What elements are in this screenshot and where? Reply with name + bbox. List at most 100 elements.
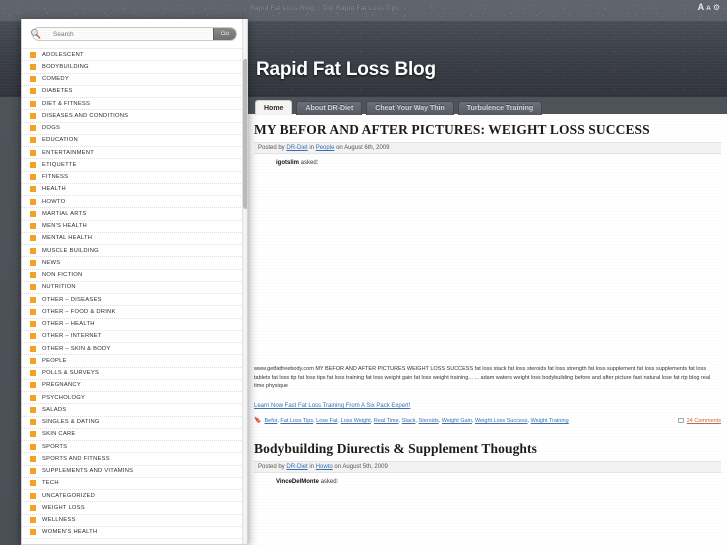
- post-title: My Befor and After Pictures: Weight Loss…: [254, 122, 650, 137]
- category-bullet-icon: [30, 455, 36, 462]
- category-item[interactable]: TECH: [22, 478, 247, 490]
- category-label: ENTERTAINMENT: [42, 149, 94, 156]
- primary-navigation[interactable]: Home About DR-Diet Cheat Your Way Thin T…: [255, 100, 543, 115]
- category-label: MARTIAL ARTS: [42, 210, 87, 217]
- category-label: PSYCHOLOGY: [42, 394, 86, 401]
- post-category-link[interactable]: People: [316, 145, 335, 151]
- category-item[interactable]: NON FICTION: [22, 270, 247, 282]
- category-item[interactable]: MUSCLE BUILDING: [22, 245, 247, 258]
- category-item[interactable]: DISEASES AND CONDITIONS: [22, 110, 247, 123]
- category-item[interactable]: OTHER – HEALTH: [22, 319, 247, 331]
- tab-about-dr-diet[interactable]: About DR-Diet: [296, 101, 363, 115]
- category-item[interactable]: SPORTS: [22, 441, 247, 454]
- category-item[interactable]: OTHER – FOOD & DRINK: [22, 306, 247, 319]
- category-item[interactable]: BODYBUILDING: [22, 61, 247, 74]
- post-comments[interactable]: 24 Comments: [677, 418, 721, 424]
- category-item[interactable]: PREGNANCY: [22, 380, 247, 392]
- category-item[interactable]: MENTAL HEALTH: [22, 233, 247, 245]
- tag-link[interactable]: Weight Training: [531, 418, 569, 424]
- post-meta-date: on August 5th, 2009: [332, 464, 388, 471]
- category-item[interactable]: OTHER – INTERNET: [22, 331, 247, 343]
- category-bullet-icon: [30, 443, 36, 450]
- category-label: WELLNESS: [42, 517, 76, 524]
- category-item[interactable]: UNCATEGORIZED: [22, 490, 247, 503]
- category-item[interactable]: NEWS: [22, 257, 247, 270]
- post-author-link[interactable]: DR-Diet: [286, 145, 307, 151]
- category-bullet-icon: [30, 419, 36, 426]
- category-bullet-icon: [30, 174, 36, 181]
- category-bullet-icon: [30, 333, 36, 340]
- search-input[interactable]: [33, 28, 213, 40]
- tag-list[interactable]: Befor, Fat Loss Tips, Lose Fat, Loss Wei…: [264, 418, 568, 424]
- category-item[interactable]: MEN'S HEALTH: [22, 221, 247, 233]
- category-bullet-icon: [30, 223, 36, 230]
- post-meta-in: in: [307, 144, 316, 151]
- tab-cheat-your-way-thin[interactable]: Cheat Your Way Thin: [366, 101, 454, 115]
- post-author-link[interactable]: DR-Diet: [286, 464, 307, 470]
- post-meta: Posted by DR-Diet in People on August 6t…: [254, 141, 721, 154]
- category-item[interactable]: MARTIAL ARTS: [22, 208, 247, 221]
- category-item[interactable]: HEALTH: [22, 184, 247, 196]
- comments-link[interactable]: 24 Comments: [687, 418, 721, 424]
- category-bullet-icon: [30, 357, 36, 364]
- category-item[interactable]: EDUCATION: [22, 135, 247, 147]
- category-item[interactable]: ETIQUETTE: [22, 159, 247, 172]
- post-article: Bodybuilding Diurectis & Supplement Thou…: [248, 433, 727, 485]
- category-item[interactable]: NUTRITION: [22, 282, 247, 294]
- category-item[interactable]: DIABETES: [22, 86, 247, 98]
- tag-link[interactable]: Loss Weight: [341, 418, 371, 424]
- tag-link[interactable]: Real Time: [374, 418, 399, 424]
- category-label: ADOLESCENT: [42, 51, 84, 58]
- category-item[interactable]: OTHER – DISEASES: [22, 294, 247, 307]
- asker-suffix: asked:: [299, 159, 319, 166]
- category-item[interactable]: SPORTS AND FITNESS: [22, 453, 247, 466]
- category-item[interactable]: SINGLES & DATING: [22, 417, 247, 429]
- category-bullet-icon: [30, 284, 36, 291]
- category-item[interactable]: DIET & FITNESS: [22, 98, 247, 111]
- search-row: Go: [22, 19, 247, 49]
- sidebar-scrollbar[interactable]: [242, 19, 247, 544]
- tag-link[interactable]: Lose Fat: [316, 418, 337, 424]
- category-item[interactable]: FITNESS: [22, 172, 247, 184]
- category-label: EDUCATION: [42, 137, 78, 144]
- tag-link[interactable]: Fat Loss Tips: [280, 418, 313, 424]
- category-item[interactable]: COMEDY: [22, 74, 247, 86]
- category-item[interactable]: OTHER – SKIN & BODY: [22, 343, 247, 356]
- category-label: PEOPLE: [42, 357, 67, 364]
- category-label: HOWTO: [42, 198, 66, 205]
- category-item[interactable]: WELLNESS: [22, 515, 247, 527]
- category-item[interactable]: WOMEN'S HEALTH: [22, 527, 247, 539]
- category-item[interactable]: PSYCHOLOGY: [22, 392, 247, 405]
- category-item[interactable]: SALADS: [22, 404, 247, 417]
- category-bullet-icon: [30, 272, 36, 279]
- category-item[interactable]: ENTERTAINMENT: [22, 147, 247, 160]
- tag-link[interactable]: Befor: [264, 418, 277, 424]
- post-article: My Befor and After Pictures: Weight Loss…: [248, 114, 727, 424]
- post-asker: igotslim asked:: [254, 154, 721, 166]
- tab-home[interactable]: Home: [255, 100, 293, 115]
- category-item[interactable]: PEOPLE: [22, 355, 247, 368]
- comment-bubble-icon: [677, 418, 684, 424]
- search-field[interactable]: Go: [32, 27, 237, 41]
- tag-link[interactable]: Weight Loss Success: [475, 418, 527, 424]
- post-list: My Befor and After Pictures: Weight Loss…: [248, 114, 727, 545]
- category-item[interactable]: SUPPLEMENTS AND VITAMINS: [22, 466, 247, 478]
- sidebar-scrollbar-thumb[interactable]: [243, 59, 247, 209]
- category-item[interactable]: POLLS & SURVEYS: [22, 368, 247, 380]
- tab-turbulence-training[interactable]: Turbulence Training: [457, 101, 543, 115]
- category-bullet-icon: [30, 186, 36, 193]
- category-item[interactable]: HOWTO: [22, 196, 247, 209]
- tag-link[interactable]: Weight Gain: [442, 418, 472, 424]
- tag-link[interactable]: Steroids: [419, 418, 439, 424]
- category-bullet-icon: [30, 394, 36, 401]
- post-category-link[interactable]: Howto: [316, 464, 333, 470]
- search-icon: [30, 28, 41, 39]
- category-item[interactable]: ADOLESCENT: [22, 49, 247, 62]
- search-go-button[interactable]: Go: [212, 28, 236, 40]
- category-item[interactable]: DOGS: [22, 123, 247, 135]
- category-item[interactable]: SKIN CARE: [22, 429, 247, 441]
- post-cta-link[interactable]: Learn Now Fast Fat Loss Training From A …: [254, 396, 721, 409]
- post-tags[interactable]: 🔖 Befor, Fat Loss Tips, Lose Fat, Loss W…: [254, 417, 569, 425]
- tag-link[interactable]: Stack: [402, 418, 416, 424]
- category-item[interactable]: WEIGHT LOSS: [22, 502, 247, 515]
